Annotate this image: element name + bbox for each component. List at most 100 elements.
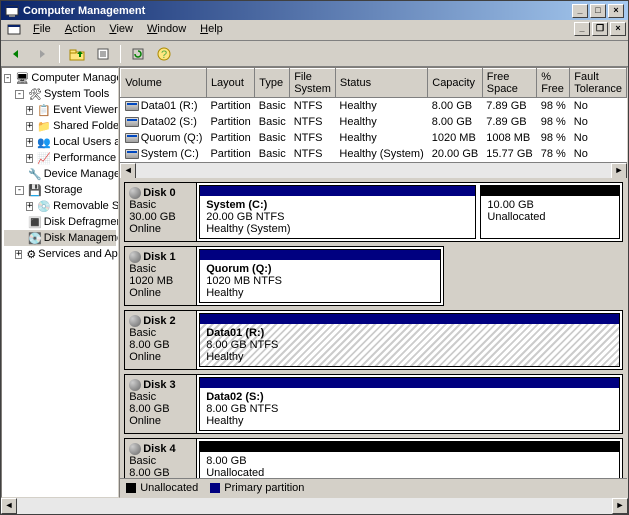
partition-body: Quorum (Q:)1020 MB NTFSHealthy [200, 260, 440, 302]
col-fault[interactable]: Fault Tolerance [570, 69, 627, 98]
disk-row[interactable]: Disk 1Basic1020 MBOnlineQuorum (Q:)1020 … [124, 246, 444, 306]
volume-icon [125, 133, 139, 143]
menu-view[interactable]: View [103, 21, 139, 39]
refresh-button[interactable] [127, 43, 149, 65]
tree-device[interactable]: Device Manager [44, 168, 120, 180]
partition[interactable]: System (C:)20.00 GB NTFSHealthy (System) [199, 185, 476, 239]
scroll-left-icon[interactable]: ◄ [120, 163, 136, 179]
menu-help[interactable]: Help [194, 21, 229, 39]
mdi-close-button[interactable]: × [610, 22, 626, 36]
tree-toggle[interactable]: + [15, 250, 22, 259]
disks-graphical-pane[interactable]: Disk 0Basic30.00 GBOnlineSystem (C:)20.0… [120, 178, 627, 478]
col-status[interactable]: Status [335, 69, 427, 98]
tree-systools[interactable]: System Tools [44, 88, 109, 100]
titlebar[interactable]: Computer Management _ □ × [1, 1, 628, 20]
tree-removable[interactable]: Removable Storage [53, 200, 119, 212]
tree-toggle[interactable]: - [15, 186, 24, 195]
tree-toggle[interactable]: - [4, 74, 11, 83]
tree-toggle[interactable]: - [15, 90, 24, 99]
disk-icon [129, 187, 141, 199]
tree-toggle[interactable]: + [26, 202, 33, 211]
help-button[interactable]: ? [153, 43, 175, 65]
volumes-hscroll[interactable]: ◄ ► [120, 162, 627, 178]
tree-shared[interactable]: Shared Folders [53, 120, 119, 132]
col-volume[interactable]: Volume [121, 69, 207, 98]
properties-button[interactable] [92, 43, 114, 65]
partition-header [200, 314, 619, 324]
table-row[interactable]: Quorum (Q:)PartitionBasicNTFSHealthy1020… [121, 130, 627, 146]
partition-header [200, 378, 619, 388]
tree-toggle[interactable]: + [26, 122, 33, 131]
partition-header [481, 186, 619, 196]
tree-toggle[interactable]: + [26, 154, 33, 163]
toolbar: ? [1, 41, 628, 67]
defrag-icon: 🔳 [28, 215, 42, 229]
removable-icon: 💿 [37, 199, 51, 213]
menu-window[interactable]: Window [141, 21, 192, 39]
disk-info[interactable]: Disk 3Basic8.00 GBOnline [125, 375, 197, 433]
scroll-right-icon[interactable]: ► [611, 163, 627, 179]
perf-icon: 📈 [37, 151, 51, 165]
tree-defrag[interactable]: Disk Defragmenter [44, 216, 120, 228]
tree-storage[interactable]: Storage [44, 184, 83, 196]
disk-row[interactable]: Disk 2Basic8.00 GBOnlineData01 (R:)8.00 … [124, 310, 623, 370]
scroll-left-icon[interactable]: ◄ [1, 498, 17, 514]
col-freespace[interactable]: Free Space [482, 69, 536, 98]
table-row[interactable]: Data02 (S:)PartitionBasicNTFSHealthy8.00… [121, 114, 627, 130]
mdi-minimize-button[interactable]: _ [574, 22, 590, 36]
partition[interactable]: Data02 (S:)8.00 GB NTFSHealthy [199, 377, 620, 431]
table-row[interactable]: System (C:)PartitionBasicNTFSHealthy (Sy… [121, 146, 627, 162]
partition[interactable]: Data01 (R:)8.00 GB NTFSHealthy [199, 313, 620, 367]
menu-file[interactable]: File [27, 21, 57, 39]
disk-info[interactable]: Disk 2Basic8.00 GBOnline [125, 311, 197, 369]
bottom-scrollbar[interactable]: ◄ ► [1, 498, 628, 514]
disk-info[interactable]: Disk 4Basic8.00 GBOnline [125, 439, 197, 478]
tree-panel[interactable]: -🖥Computer Management (Local) -🛠System T… [1, 67, 119, 498]
maximize-button[interactable]: □ [590, 4, 606, 18]
disk-info[interactable]: Disk 1Basic1020 MBOnline [125, 247, 197, 305]
close-button[interactable]: × [608, 4, 624, 18]
partition[interactable]: 10.00 GBUnallocated [480, 185, 620, 239]
disk-row[interactable]: Disk 3Basic8.00 GBOnlineData02 (S:)8.00 … [124, 374, 623, 434]
volume-icon [125, 149, 139, 159]
disk-icon [129, 315, 141, 327]
col-type[interactable]: Type [255, 69, 290, 98]
legend-primary: Primary partition [210, 482, 304, 494]
tree-toggle[interactable]: + [26, 138, 33, 147]
disk-row[interactable]: Disk 0Basic30.00 GBOnlineSystem (C:)20.0… [124, 182, 623, 242]
partition-body: 8.00 GBUnallocated [200, 452, 619, 478]
minimize-button[interactable]: _ [572, 4, 588, 18]
col-pctfree[interactable]: % Free [537, 69, 570, 98]
forward-button[interactable] [31, 43, 53, 65]
back-button[interactable] [5, 43, 27, 65]
svg-text:?: ? [161, 49, 167, 61]
tree-users[interactable]: Local Users and Groups [53, 136, 119, 148]
event-icon: 📋 [37, 103, 51, 117]
menu-action[interactable]: Action [59, 21, 102, 39]
table-row[interactable]: Data01 (R:)PartitionBasicNTFSHealthy8.00… [121, 98, 627, 115]
col-fs[interactable]: File System [290, 69, 336, 98]
partition-body: Data02 (S:)8.00 GB NTFSHealthy [200, 388, 619, 430]
col-layout[interactable]: Layout [206, 69, 254, 98]
storage-icon: 💾 [28, 183, 42, 197]
mdi-restore-button[interactable]: ❐ [592, 22, 608, 36]
disk-row[interactable]: Disk 4Basic8.00 GBOnline8.00 GBUnallocat… [124, 438, 623, 478]
tree-perf[interactable]: Performance Logs and Alerts [53, 152, 119, 164]
partition-header [200, 186, 475, 196]
menubar: File Action View Window Help _ ❐ × [1, 20, 628, 41]
partition[interactable]: 8.00 GBUnallocated [199, 441, 620, 478]
partition[interactable]: Quorum (Q:)1020 MB NTFSHealthy [199, 249, 441, 303]
tree-eventviewer[interactable]: Event Viewer [53, 104, 118, 116]
col-capacity[interactable]: Capacity [428, 69, 482, 98]
legend-unallocated: Unallocated [126, 482, 198, 494]
tree-diskmgmt[interactable]: Disk Management [44, 232, 120, 244]
partition-body: 10.00 GBUnallocated [481, 196, 619, 238]
tree-toggle[interactable]: + [26, 106, 33, 115]
app-menu-icon[interactable] [3, 21, 25, 39]
disk-info[interactable]: Disk 0Basic30.00 GBOnline [125, 183, 197, 241]
partition-body: Data01 (R:)8.00 GB NTFSHealthy [200, 324, 619, 366]
tree-root[interactable]: Computer Management (Local) [31, 72, 119, 84]
tree-services[interactable]: Services and Applications [38, 248, 119, 260]
scroll-right-icon[interactable]: ► [612, 498, 628, 514]
up-button[interactable] [66, 43, 88, 65]
